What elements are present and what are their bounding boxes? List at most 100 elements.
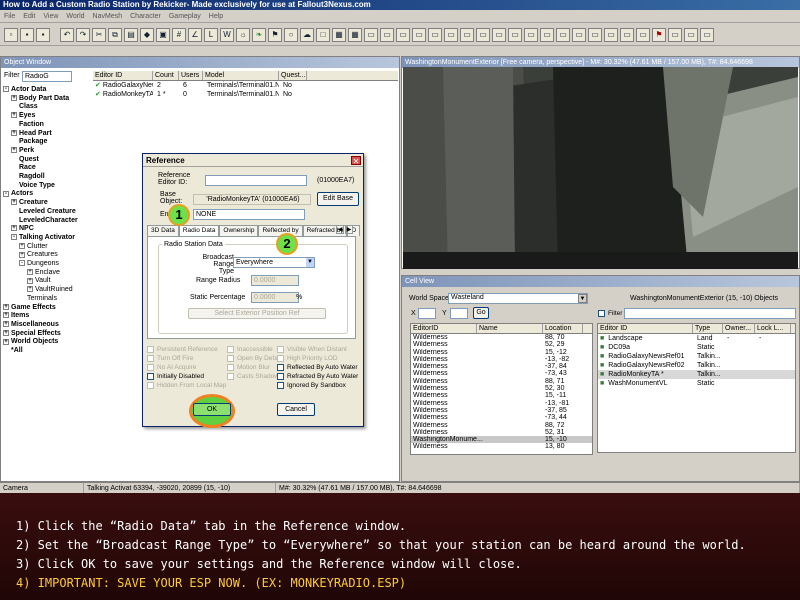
tree-item[interactable]: - Dungeons bbox=[3, 260, 87, 269]
window7-icon[interactable]: ▭ bbox=[460, 27, 474, 42]
tree-item[interactable]: + Perk bbox=[3, 147, 87, 156]
menu-edit[interactable]: Edit bbox=[23, 13, 35, 20]
select-exterior-ref-button[interactable]: Select Exterior Position Ref bbox=[188, 308, 326, 319]
window20-icon[interactable]: ▭ bbox=[684, 27, 698, 42]
tree-item[interactable]: + Head Part bbox=[3, 130, 87, 139]
x-input[interactable] bbox=[418, 308, 436, 319]
expand-icon[interactable]: + bbox=[3, 329, 9, 336]
local-icon[interactable]: L bbox=[204, 27, 218, 42]
window12-icon[interactable]: ▭ bbox=[540, 27, 554, 42]
col-obj-type[interactable]: Type bbox=[693, 324, 723, 333]
expand-icon[interactable]: + bbox=[19, 242, 25, 249]
window6-icon[interactable]: ▭ bbox=[444, 27, 458, 42]
flag-checkbox[interactable]: Persistent Reference bbox=[147, 346, 226, 353]
collapse-icon[interactable]: - bbox=[11, 234, 17, 241]
cut-icon[interactable]: ✂ bbox=[92, 27, 106, 42]
expand-icon[interactable]: + bbox=[11, 225, 17, 232]
flag-checkbox[interactable]: High Priority LOD bbox=[277, 355, 358, 362]
tree-item[interactable]: + Vault bbox=[3, 277, 87, 286]
tab-radio-data[interactable]: Radio Data bbox=[178, 225, 220, 236]
window21-icon[interactable]: ▭ bbox=[700, 27, 714, 42]
range-radius-input[interactable]: 0.0000 bbox=[251, 275, 299, 286]
cell-row[interactable]: Wilderness 13, 80 bbox=[411, 443, 592, 450]
tree-item[interactable]: + Eyes bbox=[3, 112, 87, 121]
flag2-icon[interactable]: ⚑ bbox=[652, 27, 666, 42]
chevron-left-icon[interactable]: ◀ bbox=[336, 225, 344, 234]
tree-item[interactable]: Terminals bbox=[3, 295, 87, 304]
tree-item[interactable]: + Miscellaneous bbox=[3, 321, 87, 330]
cell-row[interactable]: Wilderness -73, 43 bbox=[411, 370, 592, 377]
menu-view[interactable]: View bbox=[43, 13, 58, 20]
world-icon[interactable]: W bbox=[220, 27, 234, 42]
col-users[interactable]: Users bbox=[179, 71, 203, 80]
col-obj-editorid[interactable]: Editor ID bbox=[598, 324, 693, 333]
snap-angle-icon[interactable]: ∠ bbox=[188, 27, 202, 42]
world-space-select[interactable]: Wasteland bbox=[448, 293, 588, 304]
tree-item[interactable]: Class bbox=[3, 103, 87, 112]
editor-id-input[interactable] bbox=[205, 175, 307, 186]
menu-gameplay[interactable]: Gameplay bbox=[169, 13, 201, 20]
cell-object-row[interactable]: ■ WashMonumentVL Static bbox=[598, 379, 795, 388]
col-cell-location[interactable]: Location bbox=[543, 324, 583, 333]
tab-3d-data[interactable]: 3D Data bbox=[147, 225, 179, 236]
edit-base-button[interactable]: Edit Base bbox=[317, 192, 359, 206]
cell-row[interactable]: Wilderness 88, 71 bbox=[411, 378, 592, 385]
go-button[interactable]: Go bbox=[473, 307, 489, 319]
expand-icon[interactable]: + bbox=[3, 303, 9, 310]
tree-item[interactable]: *All bbox=[3, 347, 87, 356]
col-cell-editorid[interactable]: EditorID bbox=[411, 324, 477, 333]
tree-item[interactable]: + Clutter bbox=[3, 243, 87, 252]
chat-icon[interactable]: ☁ bbox=[300, 27, 314, 42]
expand-icon[interactable]: + bbox=[19, 251, 25, 258]
cancel-button[interactable]: Cancel bbox=[277, 403, 315, 416]
leaf-icon[interactable]: ❧ bbox=[252, 27, 266, 42]
flag-checkbox[interactable]: Hidden From Local Map bbox=[147, 382, 226, 389]
tree-item[interactable]: Leveled Creature bbox=[3, 208, 87, 217]
chevron-down-icon[interactable]: ▼ bbox=[306, 258, 314, 267]
filter-checkbox[interactable]: Filter bbox=[598, 310, 622, 317]
table-row[interactable]: ✔RadioGalaxyNews 2 6 Terminals\Terminal01.N… bbox=[93, 81, 398, 90]
cell-row[interactable]: Wilderness -37, 84 bbox=[411, 363, 592, 370]
cell-row[interactable]: Wilderness 52, 30 bbox=[411, 385, 592, 392]
collapse-icon[interactable]: - bbox=[19, 260, 25, 267]
cell-row[interactable]: Wilderness -13, -81 bbox=[411, 400, 592, 407]
grid2-icon[interactable]: ▦ bbox=[348, 27, 362, 42]
cell-row[interactable]: Wilderness 15, -12 bbox=[411, 349, 592, 356]
tree-item[interactable]: LeveledCharacter bbox=[3, 217, 87, 226]
tree-item[interactable]: + Enclave bbox=[3, 269, 87, 278]
save-icon[interactable]: ▪ bbox=[36, 27, 50, 42]
expand-icon[interactable]: + bbox=[3, 312, 9, 319]
window2-icon[interactable]: ▭ bbox=[380, 27, 394, 42]
tree-item[interactable]: + Creature bbox=[3, 199, 87, 208]
window17-icon[interactable]: ▭ bbox=[620, 27, 634, 42]
navmesh-icon[interactable]: ◆ bbox=[140, 27, 154, 42]
col-obj-owner[interactable]: Owner... bbox=[723, 324, 755, 333]
tree-item[interactable]: + Creatures bbox=[3, 251, 87, 260]
col-editor-id[interactable]: Editor ID bbox=[93, 71, 153, 80]
open-icon[interactable]: ▪ bbox=[20, 27, 34, 42]
tree-item[interactable]: + Body Part Data bbox=[3, 95, 87, 104]
redo-icon[interactable]: ↷ bbox=[76, 27, 90, 42]
tab-ownership[interactable]: Ownership bbox=[219, 225, 259, 236]
chevron-down-icon[interactable]: ▼ bbox=[578, 294, 587, 303]
tree-item[interactable]: - Talking Activator bbox=[3, 234, 87, 243]
cell-object-row[interactable]: ■ RadioGalaxyNewsRef02 Talkin... bbox=[598, 361, 795, 370]
copy-icon[interactable]: ⧉ bbox=[108, 27, 122, 42]
tree-item[interactable]: Ragdoll bbox=[3, 173, 87, 182]
col-quest[interactable]: Quest... bbox=[279, 71, 307, 80]
tree-item[interactable]: + VaultRuined bbox=[3, 286, 87, 295]
cell-row[interactable]: Wilderness -13, -82 bbox=[411, 356, 592, 363]
window11-icon[interactable]: ▭ bbox=[524, 27, 538, 42]
tree-item[interactable]: Quest bbox=[3, 156, 87, 165]
window9-icon[interactable]: ▭ bbox=[492, 27, 506, 42]
table-row[interactable]: ✔ RadioMonkeyTA 1 * 0 Terminals\Terminal01.N… bbox=[93, 90, 398, 99]
cell-row[interactable]: WashingtonMonume... 15, -10 bbox=[411, 436, 592, 444]
light-icon[interactable]: ☼ bbox=[236, 27, 250, 42]
collapse-icon[interactable]: - bbox=[3, 190, 9, 197]
y-input[interactable] bbox=[450, 308, 468, 319]
cell-object-row[interactable]: ■ DC09a Static bbox=[598, 343, 795, 352]
tree-item[interactable]: Faction bbox=[3, 121, 87, 130]
window18-icon[interactable]: ▭ bbox=[636, 27, 650, 42]
window14-icon[interactable]: ▭ bbox=[572, 27, 586, 42]
expand-icon[interactable]: + bbox=[27, 277, 33, 284]
